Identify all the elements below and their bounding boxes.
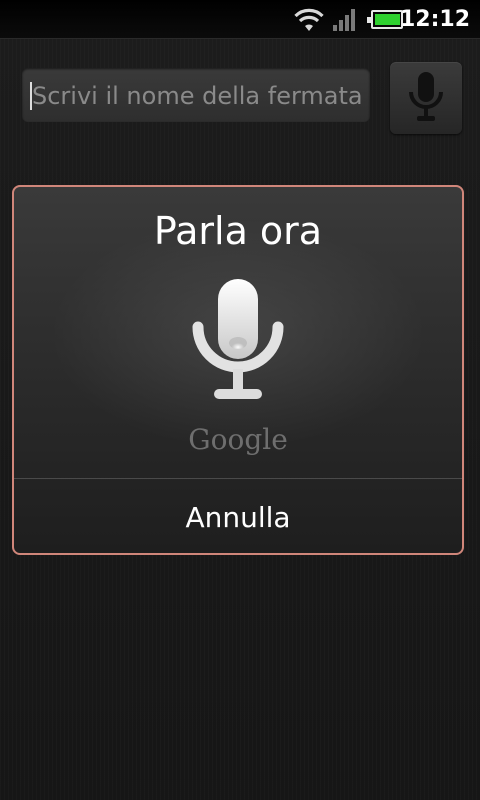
text-cursor [30, 82, 32, 110]
microphone-icon [409, 72, 443, 121]
stop-name-search-field[interactable] [22, 68, 370, 124]
google-brand-label: Google [188, 423, 288, 456]
voice-search-button[interactable] [390, 62, 462, 134]
cancel-button[interactable]: Annulla [14, 479, 462, 553]
voice-input-dialog: Parla ora Google Annulla [12, 185, 464, 555]
microphone-icon [192, 279, 284, 399]
battery-charging-icon [366, 0, 404, 38]
dialog-title: Parla ora [153, 209, 323, 253]
status-bar: 12:12 [0, 0, 480, 39]
wifi-icon [292, 0, 326, 38]
stop-name-input[interactable] [30, 68, 370, 124]
clock: 12:12 [399, 7, 470, 32]
signal-icon [332, 0, 360, 38]
